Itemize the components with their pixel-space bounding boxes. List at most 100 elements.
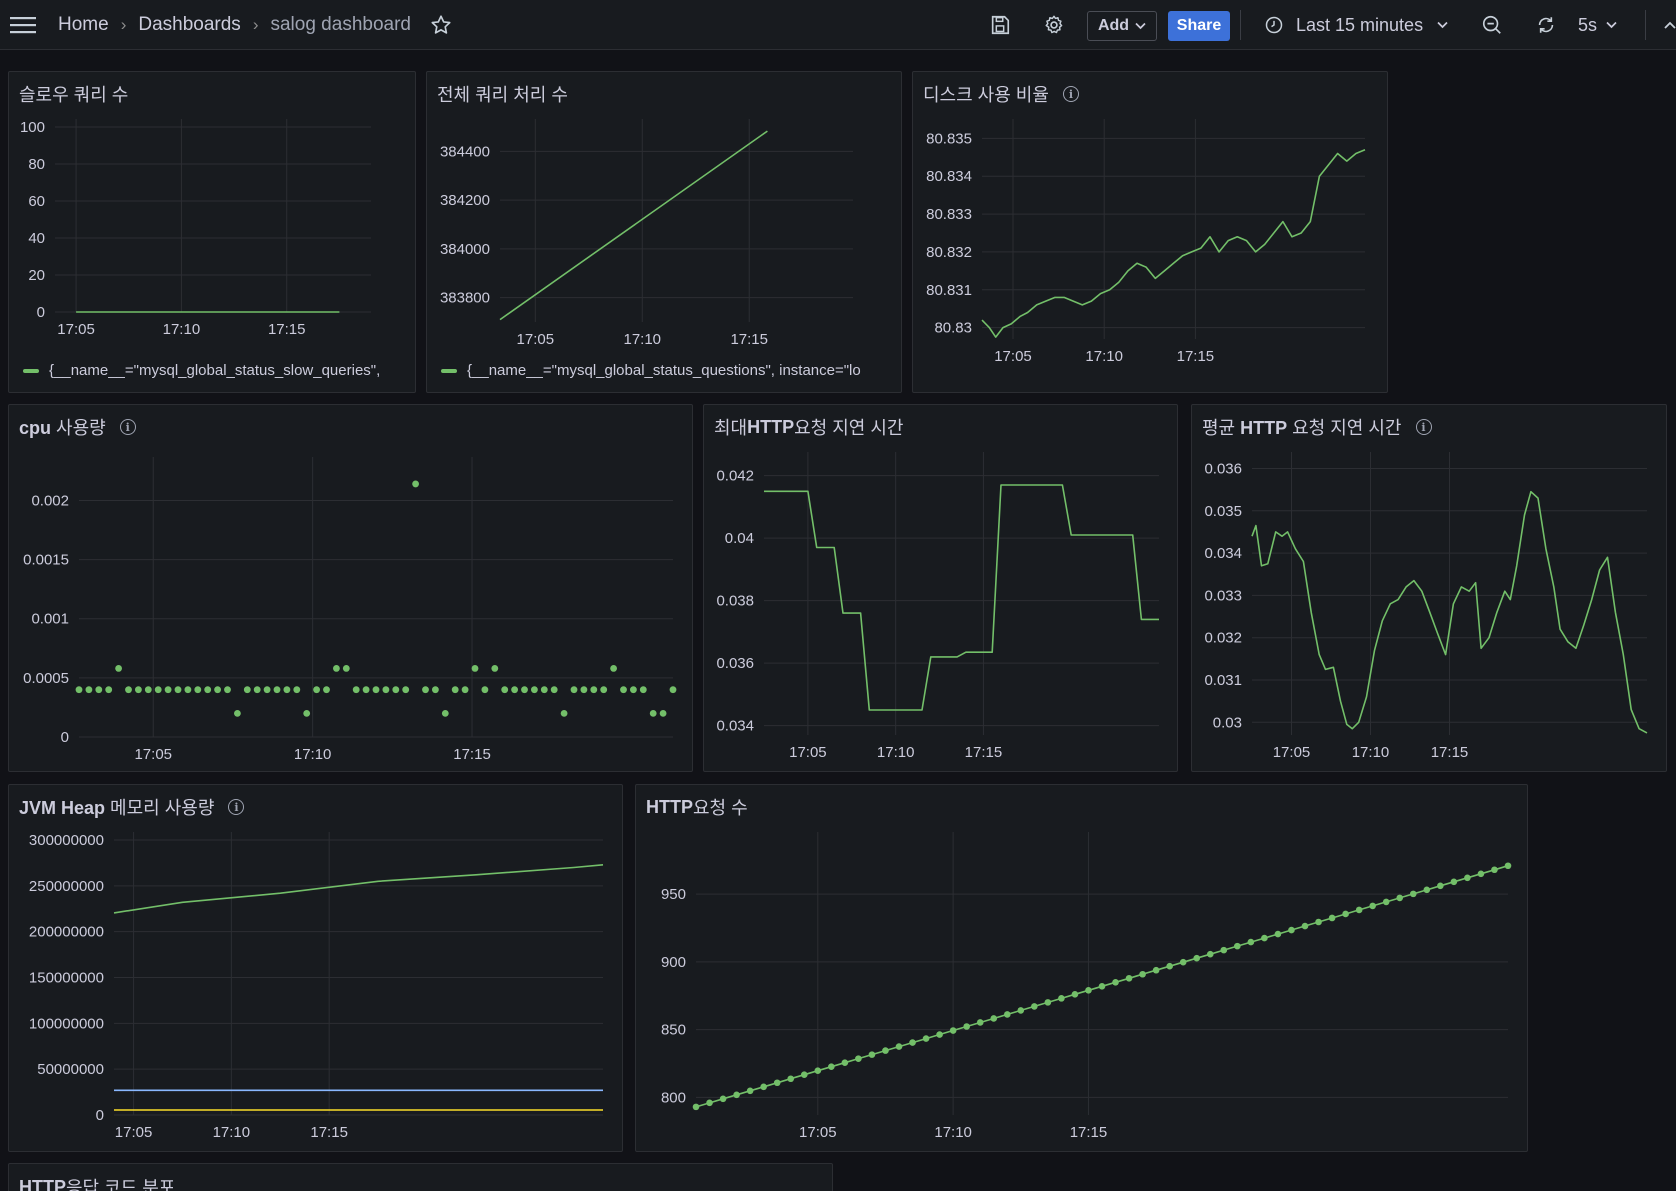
- y-tick-label: 300000000: [29, 832, 104, 849]
- max-http-latency-chart[interactable]: 0.034 0.036 0.038 0.04 0.042 17:05 17:10 17:15: [704, 405, 1178, 772]
- data-point: [1098, 983, 1106, 990]
- data-point: [580, 686, 588, 694]
- data-point: [733, 1091, 740, 1099]
- y-tick-label: 250000000: [29, 878, 104, 895]
- data-point: [719, 1095, 727, 1103]
- refresh-interval-picker[interactable]: 5s: [1578, 0, 1617, 50]
- data-point: [814, 1067, 822, 1075]
- data-point: [234, 709, 241, 717]
- data-point: [909, 1039, 916, 1046]
- x-tick-label: 17:05: [57, 321, 95, 338]
- y-tick-label: 0.0005: [23, 670, 69, 687]
- panel-http-requests[interactable]: HTTP 요청 수 800 850 900 950 17:05 17:10 17:15: [635, 784, 1528, 1152]
- breadcrumb-dashboards[interactable]: Dashboards: [138, 14, 240, 36]
- panel-http-status-codes[interactable]: HTTP 응답 코드 분포: [8, 1163, 833, 1191]
- data-point: [760, 1083, 767, 1091]
- data-point: [214, 686, 222, 694]
- data-point: [501, 686, 509, 694]
- breadcrumb-home[interactable]: Home: [58, 14, 109, 36]
- data-point: [125, 686, 132, 694]
- data-point: [1369, 902, 1376, 910]
- x-tick-label: 17:15: [1070, 1124, 1108, 1141]
- data-point: [1017, 1007, 1025, 1014]
- save-icon[interactable]: [989, 0, 1011, 50]
- share-button[interactable]: Share: [1168, 11, 1230, 41]
- panel-total-queries[interactable]: 전체 쿼리 처리 수 383800 384000 384200 384400 17:05…: [426, 71, 902, 393]
- x-tick-label: 17:05: [1273, 744, 1311, 761]
- panel-cpu[interactable]: cpu 사용량 i 0 0.0005 0.001 0.0015 0.002 17:05 17…: [8, 404, 693, 772]
- x-tick-label: 17:05: [799, 1124, 837, 1141]
- y-tick-label: 0.032: [1204, 630, 1242, 647]
- data-point: [362, 686, 370, 694]
- data-point: [432, 686, 439, 694]
- add-button[interactable]: Add: [1087, 11, 1157, 41]
- menu-icon[interactable]: [10, 0, 36, 50]
- data-point: [521, 686, 528, 694]
- gear-icon[interactable]: [1043, 0, 1065, 50]
- data-point: [204, 686, 212, 694]
- panel-jvm-heap[interactable]: JVM Heap 메모리 사용량 i 0 50000000 100000000 150…: [8, 784, 623, 1152]
- legend-swatch: [23, 368, 39, 373]
- y-tick-label: 384200: [440, 192, 490, 209]
- time-range-picker[interactable]: Last 15 minutes: [1264, 0, 1448, 50]
- data-point: [659, 709, 667, 717]
- data-point: [1206, 950, 1214, 958]
- y-tick-label: 80.831: [926, 282, 972, 299]
- panel-avg-http-latency[interactable]: 평균 HTTP 요청 지연 시간 i 0.03 0.031 0.032 0.033 0.…: [1191, 404, 1667, 772]
- y-tick-label: 0: [37, 304, 45, 321]
- zoom-out-icon[interactable]: [1481, 0, 1503, 50]
- star-icon[interactable]: [430, 0, 452, 50]
- series-line: [499, 130, 768, 321]
- y-tick-label: 800: [661, 1089, 686, 1106]
- divider: [1645, 10, 1646, 40]
- x-tick-label: 17:10: [213, 1124, 251, 1141]
- series-line: [981, 148, 1366, 338]
- data-point: [1261, 934, 1268, 942]
- x-tick-label: 17:15: [965, 744, 1003, 761]
- refresh-icon[interactable]: [1535, 0, 1557, 50]
- legend-label: {__name__="mysql_global_status_slow_quer…: [49, 362, 381, 379]
- http-requests-chart[interactable]: 800 850 900 950 17:05 17:10 17:15: [636, 785, 1528, 1152]
- data-point: [75, 686, 83, 694]
- data-point: [1044, 999, 1052, 1006]
- refresh-interval-label: 5s: [1578, 14, 1598, 35]
- data-point: [303, 709, 311, 717]
- y-tick-label: 0.031: [1204, 672, 1242, 689]
- data-point: [1031, 1003, 1038, 1010]
- total-queries-chart[interactable]: 383800 384000 384200 384400 17:05 17:10 17:15: [427, 72, 902, 393]
- breadcrumb: Home › Dashboards › salog dashboard: [58, 0, 411, 50]
- legend-item[interactable]: {__name__="mysql_global_status_slow_quer…: [23, 362, 380, 379]
- data-point: [243, 686, 251, 694]
- cpu-chart[interactable]: 0 0.0005 0.001 0.0015 0.002 17:05 17:10 17:15: [9, 405, 693, 772]
- chevron-up-icon[interactable]: [1664, 0, 1676, 50]
- slow-queries-chart[interactable]: 0 20 40 60 80 100 17:05 17:10 17:15: [9, 72, 416, 393]
- data-point: [773, 1079, 781, 1087]
- data-point: [1003, 1011, 1011, 1018]
- data-point: [1491, 866, 1498, 874]
- x-tick-label: 17:10: [1352, 744, 1390, 761]
- data-point: [540, 686, 548, 694]
- jvm-heap-chart[interactable]: 0 50000000 100000000 150000000 200000000 2500…: [9, 785, 623, 1152]
- disk-usage-chart[interactable]: 80.83 80.831 80.832 80.833 80.834 80.835 17:05…: [913, 72, 1388, 393]
- x-tick-label: 17:05: [517, 331, 555, 348]
- data-point: [570, 686, 578, 694]
- data-point: [1504, 862, 1512, 870]
- panel-max-http-latency[interactable]: 최대 HTTP 요청 지연 시간 0.034 0.036 0.038 0.04 0.04…: [703, 404, 1178, 772]
- data-point: [976, 1019, 984, 1026]
- y-tick-label: 80.834: [926, 168, 972, 185]
- avg-http-latency-chart[interactable]: 0.03 0.031 0.032 0.033 0.034 0.035 0.036 17:05 1…: [1192, 405, 1667, 772]
- data-point: [990, 1015, 998, 1022]
- panel-disk-usage[interactable]: 디스크 사용 비율 i 80.83 80.831 80.832 80.833 80.83…: [912, 71, 1388, 393]
- data-point: [1328, 914, 1336, 922]
- data-point: [1382, 898, 1390, 906]
- legend-item[interactable]: {__name__="mysql_global_status_questions…: [441, 362, 861, 379]
- data-point: [600, 686, 608, 694]
- panel-slow-queries[interactable]: 슬로우 쿼리 수 0 20 40 60 80 100 17:05 17:10 17:15 {__…: [8, 71, 416, 393]
- data-point: [382, 686, 390, 694]
- data-point: [610, 665, 617, 672]
- data-point: [531, 686, 538, 694]
- data-point: [1071, 991, 1079, 998]
- data-point: [511, 686, 518, 694]
- data-point: [1193, 954, 1201, 962]
- y-tick-label: 0.036: [716, 655, 754, 672]
